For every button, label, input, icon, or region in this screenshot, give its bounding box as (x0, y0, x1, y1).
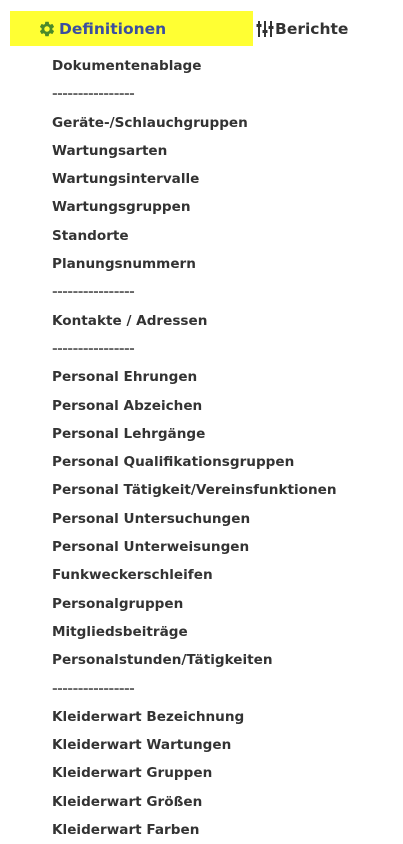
gear-icon (37, 19, 57, 39)
menu-item-wartungsintervalle[interactable]: Wartungsintervalle (0, 165, 403, 193)
menu-item-wartungsarten[interactable]: Wartungsarten (0, 137, 403, 165)
tab-definitions-label: Definitionen (59, 19, 167, 38)
menu-item-personal-abzeichen[interactable]: Personal Abzeichen (0, 392, 403, 420)
menu-item-kleiderwart-wartungen[interactable]: Kleiderwart Wartungen (0, 731, 403, 759)
menu-item-standorte[interactable]: Standorte (0, 222, 403, 250)
menu-item-mitgliedsbeitraege[interactable]: Mitgliedsbeiträge (0, 618, 403, 646)
menu-separator: ---------------- (52, 86, 135, 103)
menu-separator: ---------------- (52, 340, 135, 357)
menu-item-personalstunden-taetigkeiten[interactable]: Personalstunden/Tätigkeiten (0, 646, 403, 674)
menu-item-planungsnummern[interactable]: Planungsnummern (0, 250, 403, 278)
menu-item-personal-unterweisungen[interactable]: Personal Unterweisungen (0, 533, 403, 561)
tab-definitions[interactable]: Definitionen (10, 11, 253, 46)
menu-item-personal-ehrungen[interactable]: Personal Ehrungen (0, 363, 403, 391)
definitions-menu: Dokumentenablage ---------------- Geräte… (0, 52, 403, 844)
menu-item-personal-qualifikationsgruppen[interactable]: Personal Qualifikationsgruppen (0, 448, 403, 476)
tab-reports[interactable]: Berichte (256, 11, 348, 46)
menu-item-kontakte-adressen[interactable]: Kontakte / Adressen (0, 307, 403, 335)
menu-item-kleiderwart-gruppen[interactable]: Kleiderwart Gruppen (0, 759, 403, 787)
menu-separator: ---------------- (52, 284, 135, 301)
menu-item-kleiderwart-farben[interactable]: Kleiderwart Farben (0, 816, 403, 844)
top-tab-bar: Definitionen Berichte (0, 0, 403, 52)
menu-item-personal-taetigkeit-vereinsfunktionen[interactable]: Personal Tätigkeit/Vereinsfunktionen (0, 476, 403, 504)
menu-item-personal-lehrgaenge[interactable]: Personal Lehrgänge (0, 420, 403, 448)
menu-item-dokumentenablage[interactable]: Dokumentenablage (0, 52, 403, 80)
menu-separator: ---------------- (52, 680, 135, 697)
menu-item-kleiderwart-bezeichnung[interactable]: Kleiderwart Bezeichnung (0, 703, 403, 731)
menu-item-geraete-schlauchgruppen[interactable]: Geräte-/Schlauchgruppen (0, 109, 403, 137)
menu-item-wartungsgruppen[interactable]: Wartungsgruppen (0, 193, 403, 221)
sliders-icon (256, 19, 274, 39)
menu-item-kleiderwart-groessen[interactable]: Kleiderwart Größen (0, 788, 403, 817)
menu-item-personalgruppen[interactable]: Personalgruppen (0, 590, 403, 618)
menu-item-personal-untersuchungen[interactable]: Personal Untersuchungen (0, 505, 403, 533)
menu-item-funkweckerschleifen[interactable]: Funkweckerschleifen (0, 561, 403, 589)
tab-reports-label: Berichte (275, 19, 349, 38)
